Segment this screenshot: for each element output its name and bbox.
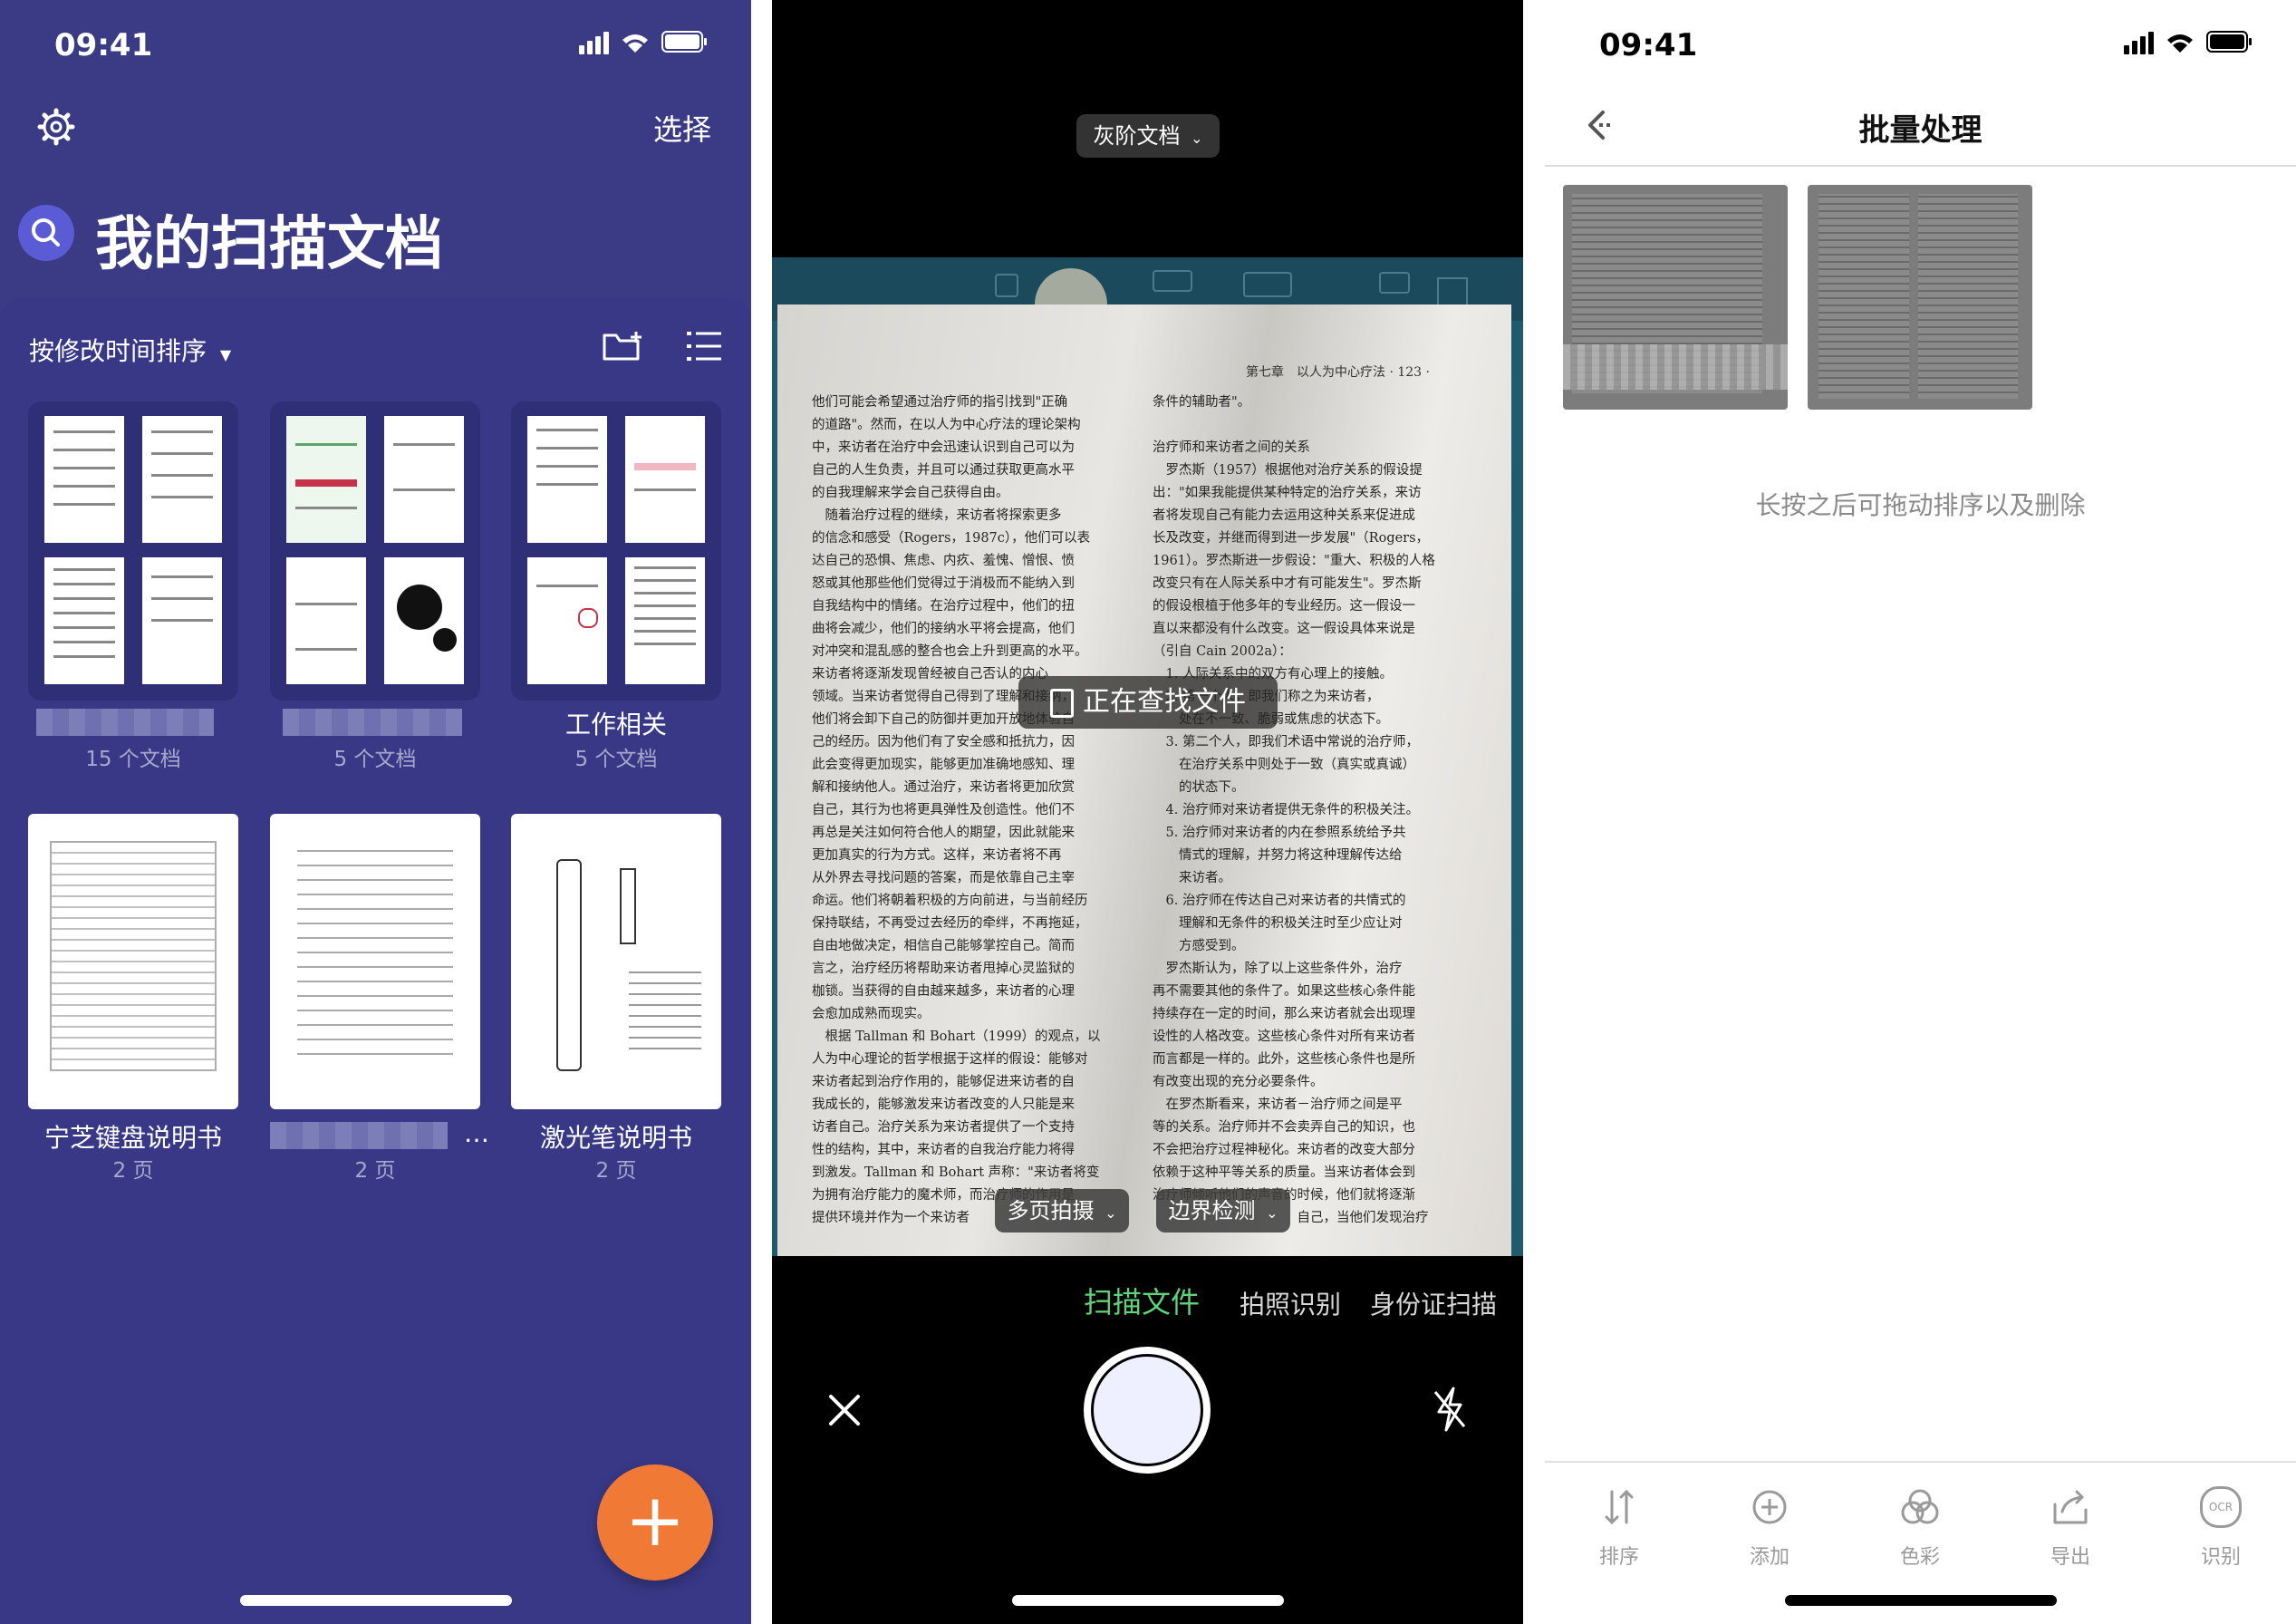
page-thumbnail [286,557,366,684]
page-thumbnail [625,557,705,684]
page-right-column: 条件的辅助者"。 治疗师和来访者之间的关系 罗杰斯（1957）根据他对治疗关系的… [1153,395,1435,1225]
page-thumbnail[interactable] [1808,185,2032,410]
page-thumbnail [142,557,222,684]
color-label: 色彩 [1899,1546,1940,1569]
edge-detection-label: 边界检测 [1168,1198,1256,1223]
new-folder-icon[interactable] [602,328,645,364]
export-tool[interactable]: 导出 [2016,1486,2125,1570]
document-thumbnail[interactable] [511,814,721,1109]
tab-id-card-scan[interactable]: 身份证扫描 [1370,1285,1497,1321]
select-button[interactable]: 选择 [653,107,711,149]
document-pages: 2 页 [354,1159,396,1183]
tab-photo-ocr[interactable]: 拍照识别 [1240,1285,1341,1321]
sort-label: 排序 [1598,1546,1639,1569]
status-time: 09:41 [54,27,153,63]
tab-scan-document[interactable]: 扫描文件 [1084,1280,1200,1321]
status-time: 09:41 [1599,27,1698,63]
search-icon[interactable] [18,205,74,261]
folder-card[interactable] [511,401,721,701]
add-label: 添加 [1749,1546,1790,1569]
page-header: 第七章 以人为中心疗法 · 123 · [1246,365,1430,380]
document-name: 宁芝键盘说明书 [43,1123,222,1153]
shutter-button[interactable] [1084,1347,1211,1474]
color-icon [1866,1486,1974,1541]
folder-count: 5 个文档 [333,748,417,771]
folder-count: 5 个文档 [574,748,658,771]
document-pages: 2 页 [595,1159,637,1183]
page-thumbnail [527,416,607,543]
divider [1523,0,1545,1624]
folder-card[interactable] [28,401,238,701]
folder-card[interactable] [270,401,480,701]
multi-page-dropdown[interactable]: 多页拍摄 ⌄ [995,1189,1129,1232]
close-icon[interactable] [826,1392,863,1428]
document-name: 激光笔说明书 [539,1123,692,1153]
folder-name: 工作相关 [564,710,667,740]
document-thumbnail[interactable] [28,814,238,1109]
document-icon [1050,688,1074,718]
home-screen: 09:41 选择 我的扫描文档 按修改时间排序 ▼ 15 个文档 5 个文档 工… [0,0,751,1624]
export-icon [2016,1486,2125,1541]
ocr-icon: OCR [2166,1486,2275,1541]
sort-icon [1565,1486,1674,1541]
gear-icon[interactable] [36,107,76,147]
home-indicator [239,1595,512,1606]
chevron-down-icon: ⌄ [1191,130,1203,147]
page-thumbnail [44,557,124,684]
divider [1545,165,2296,167]
page-thumbnail [527,557,607,684]
document-name: … [464,1118,489,1148]
color-tool[interactable]: 色彩 [1866,1486,1974,1570]
edge-detection-dropdown[interactable]: 边界检测 ⌄ [1156,1189,1290,1232]
page-left-column: 他们可能会希望通过治疗师的指引找到"正确 的道路"。然而，在以人为中心疗法的理论… [812,395,1101,1225]
batch-screen: 09:41 批量处理 长按之后可拖动排序以及删除 排序 添加 色彩 导出 OCR… [1545,0,2296,1624]
scanned-page: 第七章 以人为中心疗法 · 123 · 他们可能会希望通过治疗师的指引找到"正确… [777,304,1511,1256]
page-title: 批量处理 [1858,112,1982,149]
page-thumbnail[interactable] [1563,185,1788,410]
add-scan-button[interactable]: + [597,1464,713,1580]
status-icons [579,27,715,58]
export-label: 导出 [2050,1546,2090,1569]
page-thumbnail [286,416,366,543]
home-indicator [1784,1595,2057,1606]
ocr-icon-text: OCR [2200,1486,2242,1528]
page-thumbnail [384,416,464,543]
chevron-down-icon: ⌄ [1105,1204,1117,1222]
multi-page-label: 多页拍摄 [1007,1198,1095,1223]
sort-dropdown[interactable]: 按修改时间排序 ▼ [29,332,231,368]
color-mode-dropdown[interactable]: 灰阶文档 ⌄ [1076,114,1220,158]
home-indicator [1011,1595,1284,1606]
folder-count: 15 个文档 [85,748,181,771]
document-thumbnail[interactable] [270,814,480,1109]
finding-label: 正在查找文件 [1083,686,1246,718]
page-thumbnail [384,557,464,684]
document-pages: 2 页 [112,1159,154,1183]
sort-label: 按修改时间排序 [29,336,207,366]
ocr-tool[interactable]: OCR 识别 [2166,1486,2275,1570]
page-thumbnail [142,416,222,543]
blurred-folder-name [36,709,214,736]
chevron-down-icon: ⌄ [1266,1204,1278,1222]
sort-tool[interactable]: 排序 [1565,1486,1674,1570]
caret-down-icon: ▼ [219,346,232,363]
divider [751,0,772,1624]
camera-screen: 灰阶文档 ⌄ 第七章 以人为中心疗法 · 123 · 他们可能会希望通过治疗师的… [772,0,1523,1624]
divider [1545,1461,2296,1463]
page-title: 我的扫描文档 [95,211,443,278]
hint-text: 长按之后可拖动排序以及删除 [1755,490,2086,520]
list-view-icon[interactable] [685,328,723,364]
flash-off-icon[interactable] [1432,1387,1468,1432]
page-thumbnail [44,416,124,543]
page-thumbnail [625,416,705,543]
add-icon [1715,1486,1824,1541]
camera-viewfinder: 第七章 以人为中心疗法 · 123 · 他们可能会希望通过治疗师的指引找到"正确… [772,257,1523,1256]
color-mode-label: 灰阶文档 [1093,123,1181,149]
add-tool[interactable]: 添加 [1715,1486,1824,1570]
status-icons [2124,27,2260,58]
ocr-label: 识别 [2200,1546,2241,1569]
finding-document-toast: 正在查找文件 [1018,676,1278,729]
blurred-folder-name [283,709,462,736]
